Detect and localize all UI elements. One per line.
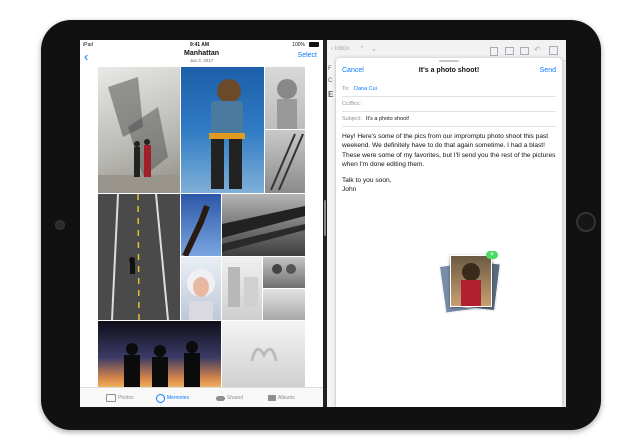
photos-app-pane: iPad 9:41 AM 100% ‹ Manhattan Jun 3, 201… [80, 40, 323, 407]
reply-icon[interactable]: ↶ [534, 45, 541, 54]
compose-sheet: Cancel It's a photo shoot! Send To: Dana… [336, 58, 562, 407]
body-signature: John [342, 186, 357, 194]
photo-thumbnail[interactable] [181, 257, 221, 320]
message-body[interactable]: Hey! Here's some of the pics from our im… [342, 132, 558, 194]
to-recipient[interactable]: Dana Cui [354, 86, 377, 92]
split-view-handle[interactable] [324, 200, 326, 236]
compose-header: Cancel It's a photo shoot! Send [336, 62, 562, 80]
photo-portrait-image [461, 263, 481, 306]
photo-thumbnail[interactable] [98, 67, 180, 193]
body-signoff: Talk to you soon, [342, 176, 392, 184]
drag-count-badge: + [486, 251, 498, 259]
tab-memories[interactable]: Memories [156, 392, 189, 404]
peek-letter: C [328, 78, 333, 84]
ccbcc-label: Cc/Bcc: [342, 101, 361, 107]
photo-thumbnail[interactable] [181, 194, 221, 256]
photo-thumbnail[interactable] [222, 257, 262, 320]
dragged-photo-top [450, 255, 492, 307]
photo-thumbnail[interactable] [263, 289, 305, 320]
album-title: Manhattan [184, 50, 219, 57]
photo-thumbnail[interactable] [265, 130, 305, 193]
photo-thumbnail[interactable] [98, 194, 180, 320]
photo-thumbnail[interactable] [265, 67, 305, 129]
memories-tab-icon [156, 393, 165, 403]
front-camera [55, 220, 65, 230]
status-device: iPad [83, 42, 94, 48]
photos-nav-bar: ‹ Manhattan Jun 3, 2017 Select [80, 49, 323, 66]
photos-tab-bar: Photos Memories Shared Albums [80, 387, 323, 407]
cloud-icon [216, 395, 225, 401]
tab-shared-label: Shared [227, 395, 244, 401]
peek-letter: E [328, 90, 334, 99]
trash-icon[interactable] [520, 47, 529, 55]
photo-thumbnail[interactable] [222, 321, 305, 387]
photo-thumbnail[interactable] [222, 194, 305, 256]
photo-thumbnail[interactable] [263, 257, 305, 288]
battery-icon [309, 42, 319, 47]
photos-tab-icon [106, 394, 116, 402]
photo-reaching-hand-image [182, 204, 210, 256]
subject-value[interactable]: It's a photo shoot! [366, 116, 409, 122]
album-date: Jun 3, 2017 [189, 58, 214, 63]
compose-title: It's a photo shoot! [418, 67, 480, 74]
chevron-up-icon[interactable]: ⌃ [359, 45, 365, 53]
chevron-down-icon[interactable]: ⌄ [371, 45, 377, 53]
message-list-peek: F C E [327, 60, 335, 407]
photo-architecture-image [228, 267, 258, 307]
inbox-label: Inbox [334, 46, 350, 52]
send-button[interactable]: Send [540, 67, 556, 74]
photo-people-image [272, 264, 296, 274]
to-field[interactable]: To: Dana Cui [342, 82, 556, 97]
ccbcc-field[interactable]: Cc/Bcc: [342, 97, 556, 112]
status-battery: 100% [292, 42, 305, 48]
ipad-screen: iPad 9:41 AM 100% ‹ Manhattan Jun 3, 201… [80, 40, 566, 407]
tab-photos[interactable]: Photos [106, 392, 134, 404]
tab-memories-label: Memories [167, 395, 189, 401]
inbox-back-button[interactable]: ‹ Inbox [331, 46, 349, 52]
photo-heart-hands-image [250, 347, 278, 362]
photo-thumbnail[interactable] [98, 321, 221, 387]
dragged-photos-stack[interactable]: + [436, 251, 506, 314]
select-button[interactable]: Select [298, 52, 317, 59]
tab-photos-label: Photos [118, 395, 134, 401]
compose-icon[interactable] [549, 46, 558, 55]
flag-icon[interactable] [490, 47, 498, 56]
photo-ladder-image [270, 133, 304, 191]
albums-tab-icon [268, 395, 276, 401]
status-time: 9:41 AM [190, 42, 209, 48]
to-label: To: [342, 86, 350, 92]
mail-app-pane: ‹ Inbox ⌃ ⌄ ↶ F C E Cancel It's a photo … [327, 40, 566, 407]
status-bar: iPad 9:41 AM 100% [80, 40, 323, 49]
tab-albums-label: Albums [278, 395, 295, 401]
photo-sunset-silhouettes-image [124, 341, 200, 387]
photo-road-image [98, 194, 180, 320]
photo-thumbnail[interactable] [181, 67, 264, 193]
photo-overpass-image [222, 206, 305, 252]
folder-icon[interactable] [505, 47, 514, 55]
photo-jump-portrait-image [209, 79, 245, 189]
home-button[interactable] [576, 212, 596, 232]
photo-shadow-wall-image [98, 77, 180, 193]
body-paragraph: Hey! Here's some of the pics from our im… [342, 133, 556, 169]
subject-field[interactable]: Subject: It's a photo shoot! [342, 112, 556, 127]
subject-label: Subject: [342, 116, 362, 122]
photo-white-hair-image [187, 269, 215, 320]
tab-shared[interactable]: Shared [216, 392, 243, 404]
photo-portrait-bw-image [277, 79, 297, 129]
peek-letter: F [328, 66, 332, 72]
tab-albums[interactable]: Albums [268, 392, 295, 404]
